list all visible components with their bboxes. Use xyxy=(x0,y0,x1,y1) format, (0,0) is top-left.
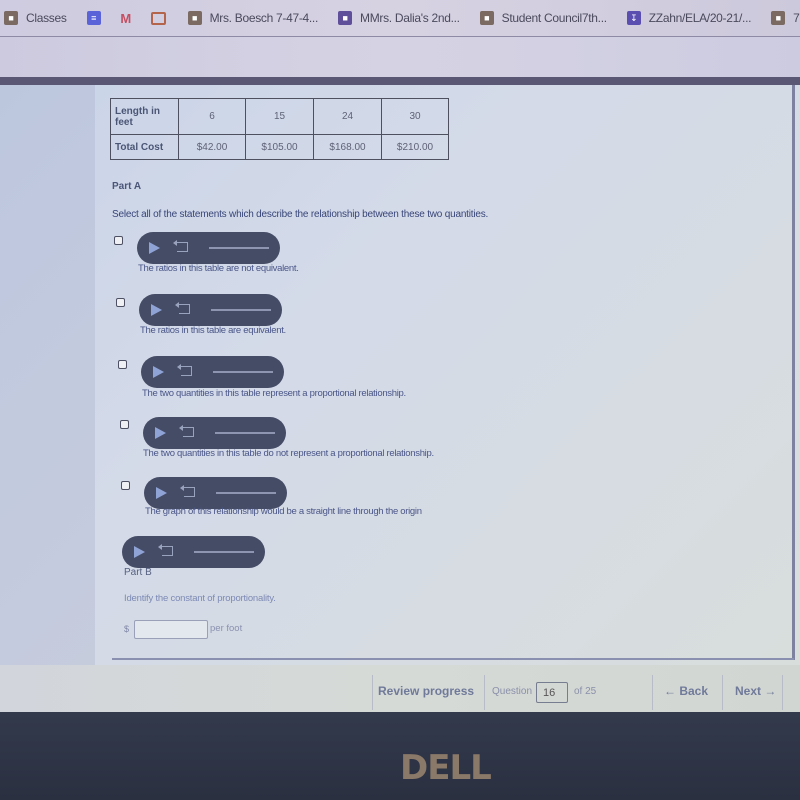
question-number-input[interactable]: 16 xyxy=(536,682,568,703)
table-cell: $210.00 xyxy=(381,134,449,160)
table-row: Length in feet 6 15 24 30 xyxy=(110,98,449,135)
audio-progress-track[interactable] xyxy=(215,432,275,434)
bookmarks-bar: ■ Classes ≡ M ■ Mrs. Boesch 7-47-4... ■ … xyxy=(0,0,800,37)
question-content: Length in feet 6 15 24 30 Total Cost $42… xyxy=(0,85,800,665)
part-b-label: Part B xyxy=(124,567,152,578)
audio-player xyxy=(139,294,282,326)
next-button[interactable]: Next → xyxy=(735,684,776,698)
currency-symbol: $ xyxy=(124,624,130,634)
bookmark-gmail[interactable]: M xyxy=(119,10,141,26)
table-cell: $42.00 xyxy=(178,134,246,160)
bookmark-label: MMrs. Dalia's 2nd... xyxy=(360,11,460,25)
replay-icon[interactable] xyxy=(158,544,173,556)
upload-icon: ↧ xyxy=(626,11,641,25)
bookmark-dalia[interactable]: ■ MMrs. Dalia's 2nd... xyxy=(338,11,460,25)
bookmark-label: Student Council7th... xyxy=(501,11,607,25)
part-a-prompt: Select all of the statements which descr… xyxy=(112,209,489,220)
audio-player xyxy=(143,417,286,449)
classroom-icon: ■ xyxy=(4,11,18,25)
option-text[interactable]: The two quantities in this table do not … xyxy=(143,448,434,459)
option-checkbox[interactable] xyxy=(114,236,123,245)
review-progress-button[interactable]: Review progress xyxy=(378,684,474,698)
audio-progress-track[interactable] xyxy=(209,247,269,249)
table-cell: 15 xyxy=(245,98,314,135)
option-text[interactable]: The ratios in this table are not equival… xyxy=(138,263,299,274)
audio-player xyxy=(141,356,284,388)
option-text[interactable]: The ratios in this table are equivalent. xyxy=(140,325,286,336)
bookmark-label: Classes xyxy=(26,11,67,25)
table-row: Total Cost $42.00 $105.00 $168.00 $210.0… xyxy=(110,134,449,160)
question-label: Question xyxy=(492,686,533,697)
bookmark-label: 77-4 So xyxy=(793,11,800,25)
content-bottom-border xyxy=(112,658,794,660)
classroom-icon: ■ xyxy=(187,11,202,25)
divider xyxy=(652,675,653,710)
play-icon[interactable] xyxy=(151,304,162,316)
option-checkbox[interactable] xyxy=(118,360,127,369)
google-slides-icon xyxy=(150,11,166,25)
play-icon[interactable] xyxy=(149,242,160,254)
bookmark-77-4[interactable]: ■ 77-4 So xyxy=(771,11,800,25)
content-right-border[interactable] xyxy=(792,85,795,660)
table-cell: $168.00 xyxy=(313,134,382,160)
audio-player xyxy=(137,232,280,264)
play-icon[interactable] xyxy=(134,546,145,558)
option-text[interactable]: The two quantities in this table represe… xyxy=(142,388,406,399)
divider xyxy=(722,675,723,710)
part-b-prompt: Identify the constant of proportionality… xyxy=(124,593,276,604)
classroom-icon: ■ xyxy=(771,11,786,25)
back-button[interactable]: ← Back xyxy=(664,684,708,698)
row-header: Length in feet xyxy=(110,98,179,135)
audio-progress-track[interactable] xyxy=(213,371,273,373)
app-header-bar xyxy=(0,77,800,85)
bookmark-zahn[interactable]: ↧ ZZahn/ELA/20-21/... xyxy=(626,11,752,25)
table-cell: 24 xyxy=(313,98,382,135)
audio-progress-track[interactable] xyxy=(211,309,271,311)
audio-player xyxy=(144,477,287,509)
app-header xyxy=(0,37,800,77)
play-icon[interactable] xyxy=(156,487,167,499)
play-icon[interactable] xyxy=(155,427,166,439)
divider xyxy=(372,675,373,710)
classroom-icon: ■ xyxy=(338,11,353,25)
audio-progress-track[interactable] xyxy=(194,551,254,553)
gmail-icon: M xyxy=(120,10,131,26)
screen: ■ Classes ≡ M ■ Mrs. Boesch 7-47-4... ■ … xyxy=(0,0,800,712)
divider xyxy=(484,675,485,710)
left-margin xyxy=(0,85,95,665)
option-checkbox[interactable] xyxy=(121,481,130,490)
play-icon[interactable] xyxy=(153,366,164,378)
table-cell: $105.00 xyxy=(245,134,314,160)
constant-input[interactable] xyxy=(134,620,208,639)
row-header: Total Cost xyxy=(110,134,179,160)
dell-logo: DELL xyxy=(400,748,492,788)
bookmark-student-council[interactable]: ■ Student Council7th... xyxy=(479,11,607,25)
audio-progress-track[interactable] xyxy=(216,492,276,494)
option-checkbox[interactable] xyxy=(116,298,125,307)
part-a-label: Part A xyxy=(112,181,142,192)
question-footer: Review progress Question 16 of 25 ← Back… xyxy=(0,665,800,712)
replay-icon[interactable] xyxy=(177,364,192,376)
google-docs-icon: ≡ xyxy=(86,11,101,25)
bookmark-classes[interactable]: ■ Classes xyxy=(4,11,67,25)
bookmark-slides[interactable] xyxy=(150,11,174,25)
classroom-icon: ■ xyxy=(479,11,494,25)
option-checkbox[interactable] xyxy=(120,420,129,429)
bookmark-boesch[interactable]: ■ Mrs. Boesch 7-47-4... xyxy=(187,11,319,25)
audio-player xyxy=(122,536,265,568)
replay-icon[interactable] xyxy=(173,240,188,252)
question-total: of 25 xyxy=(574,686,597,697)
replay-icon[interactable] xyxy=(180,485,195,497)
replay-icon[interactable] xyxy=(175,302,190,314)
data-table: Length in feet 6 15 24 30 Total Cost $42… xyxy=(110,98,449,160)
option-text[interactable]: The graph of this relationship would be … xyxy=(145,506,422,517)
table-cell: 30 xyxy=(381,98,449,135)
bookmark-label: ZZahn/ELA/20-21/... xyxy=(648,11,752,25)
table-cell: 6 xyxy=(178,98,246,135)
divider xyxy=(782,675,783,710)
bookmark-docs[interactable]: ≡ xyxy=(86,11,109,25)
bookmark-label: Mrs. Boesch 7-47-4... xyxy=(209,11,319,25)
unit-label: per foot xyxy=(210,623,243,634)
replay-icon[interactable] xyxy=(179,425,194,437)
